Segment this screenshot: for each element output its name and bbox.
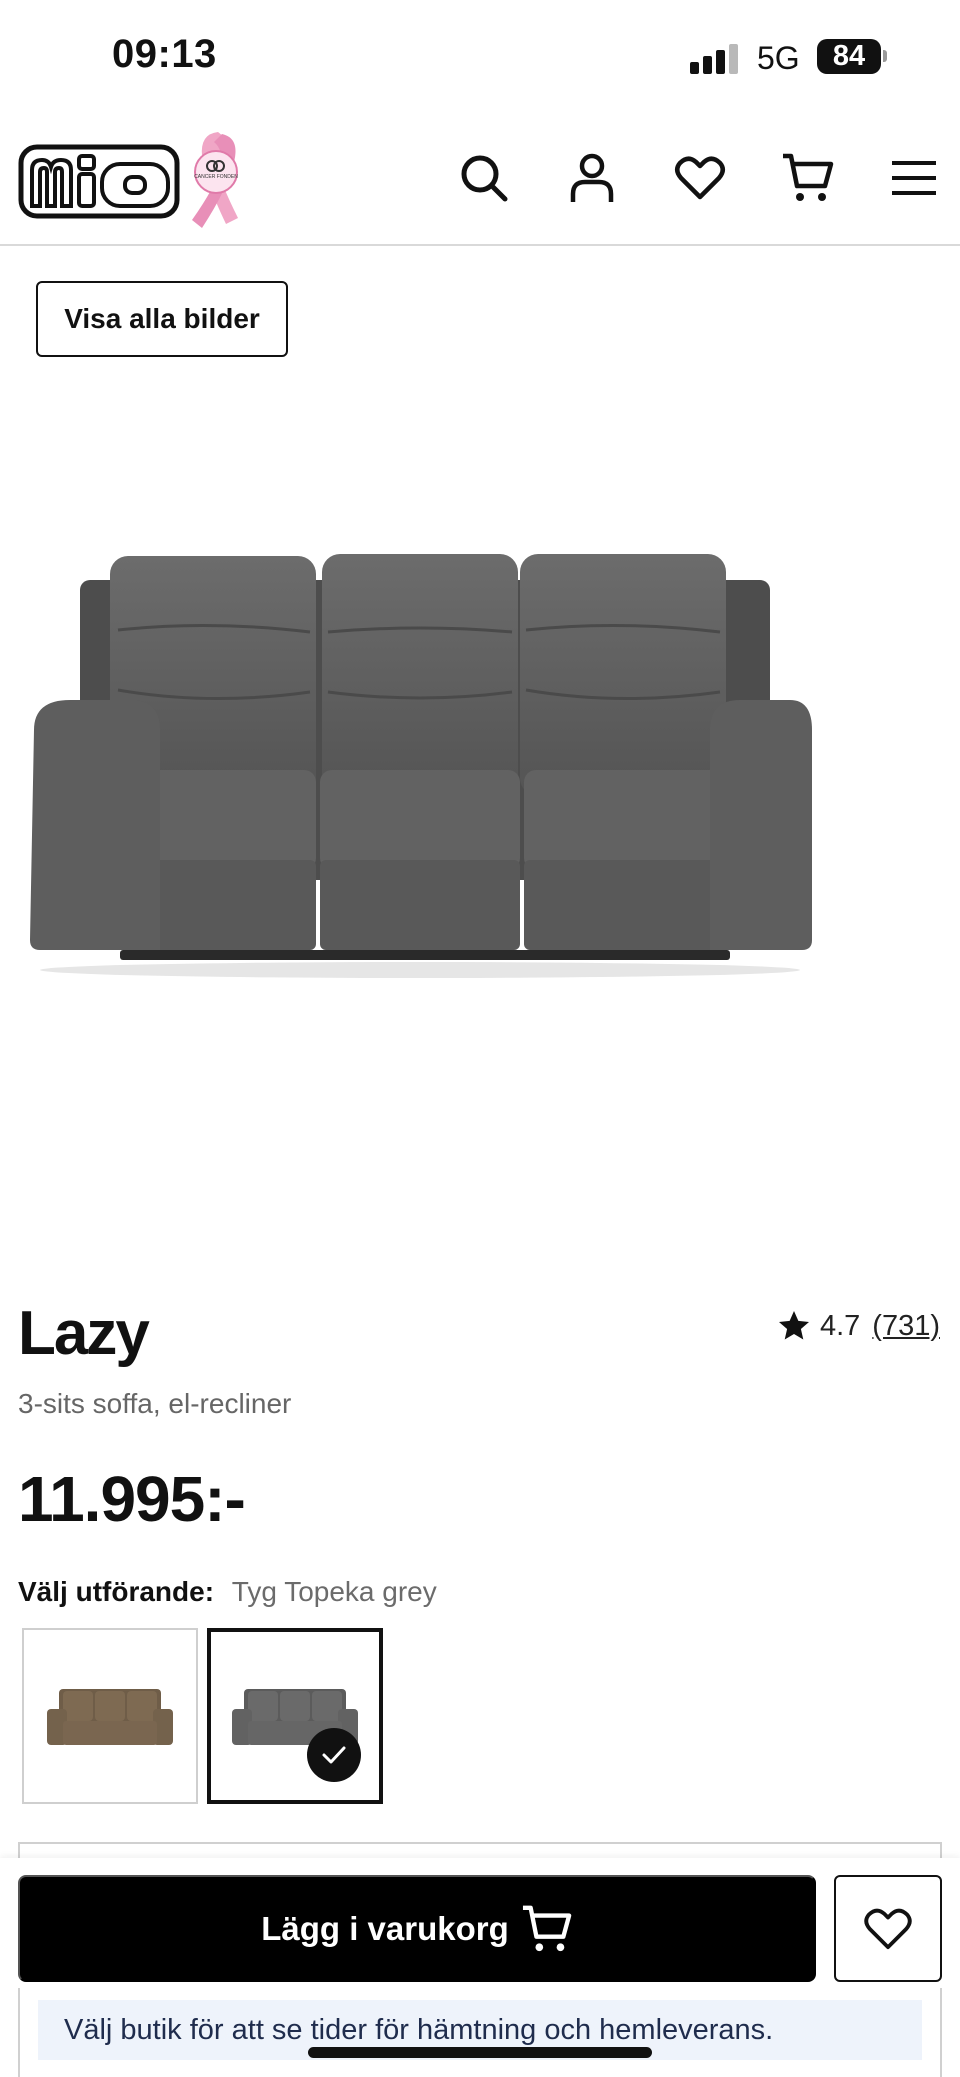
- cart-icon: [522, 1905, 572, 1951]
- ribbon-text: CANCER FONDEN: [194, 174, 238, 180]
- network-label: 5G: [757, 40, 800, 76]
- account-icon[interactable]: [564, 150, 620, 206]
- view-all-images-button[interactable]: Visa alla bilder: [36, 281, 288, 357]
- review-count-link[interactable]: (731): [872, 1310, 940, 1343]
- brown-sofa-thumbnail: [47, 1689, 173, 1745]
- heart-icon: [864, 1908, 912, 1949]
- divider: [940, 1988, 942, 2077]
- variant-selector-label: Välj utförande: Tyg Topeka grey: [18, 1576, 437, 1608]
- cancerfonden-ribbon-icon: CANCER FONDEN: [192, 132, 238, 228]
- signal-icon: [690, 44, 740, 74]
- battery-tip: [883, 50, 887, 62]
- add-to-wishlist-button[interactable]: [834, 1875, 942, 1982]
- home-indicator: [308, 2047, 652, 2058]
- rating-value: 4.7: [819, 1309, 861, 1342]
- heart-icon[interactable]: [672, 150, 728, 206]
- add-to-cart-label: Lägg i varukorg: [261, 1909, 509, 1947]
- variant-swatch-brown[interactable]: [22, 1628, 198, 1804]
- add-to-cart-button[interactable]: Lägg i varukorg: [18, 1875, 816, 1982]
- cart-icon[interactable]: [780, 150, 836, 206]
- product-image[interactable]: [20, 520, 820, 980]
- product-price: 11.995:-: [18, 1463, 246, 1535]
- site-header: CANCER FONDEN: [0, 110, 960, 246]
- battery-icon: 84: [817, 39, 881, 74]
- divider: [18, 1988, 20, 2077]
- star-icon: [778, 1311, 809, 1340]
- variant-value: Tyg Topeka grey: [231, 1576, 437, 1607]
- variant-swatch-grey[interactable]: [207, 1628, 383, 1804]
- mio-logo[interactable]: [18, 144, 180, 219]
- status-time: 09:13: [112, 32, 217, 76]
- product-subtitle: 3-sits soffa, el-recliner: [18, 1388, 292, 1419]
- variant-label: Välj utförande:: [18, 1576, 215, 1607]
- product-rating[interactable]: 4.7 (731): [776, 1308, 940, 1344]
- store-notice-text: Välj butik för att se tider för hämtning…: [64, 2013, 774, 2046]
- search-icon[interactable]: [456, 150, 512, 206]
- product-title: Lazy: [18, 1299, 150, 1368]
- menu-icon[interactable]: [886, 150, 942, 206]
- selected-check-icon: [307, 1728, 361, 1782]
- status-bar: 09:13 5G 84: [0, 0, 960, 110]
- sticky-purchase-bar: Lägg i varukorg Välj butik för att se ti…: [0, 1858, 960, 2077]
